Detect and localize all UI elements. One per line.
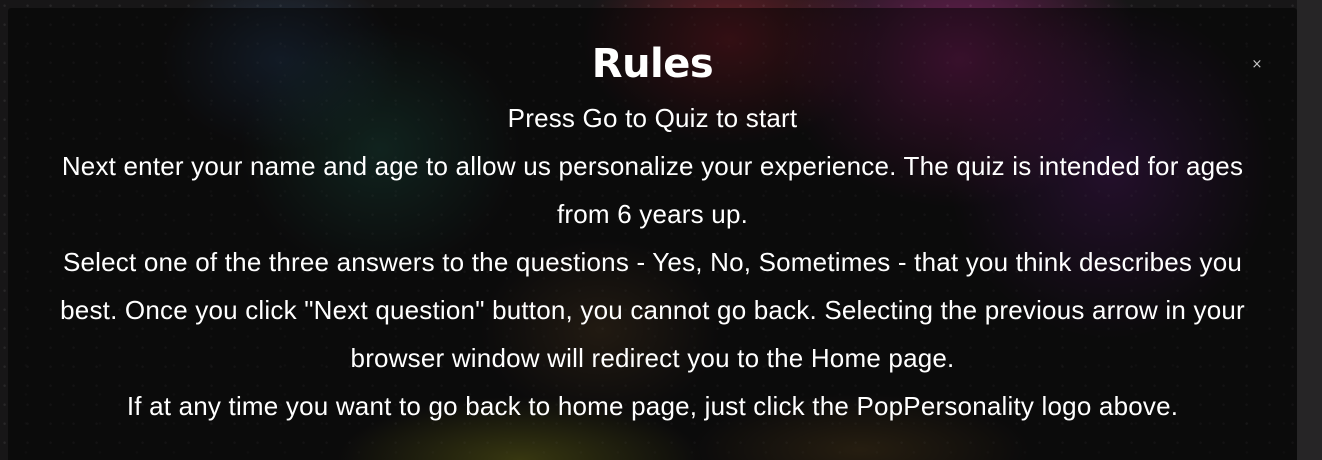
rules-title: Rules	[591, 41, 714, 87]
background-image: Rules × Press Go to Quiz to start Next e…	[0, 0, 1322, 460]
rules-line-name-age: Next enter your name and age to allow us…	[61, 151, 1244, 229]
page-scrollbar-area	[1297, 0, 1322, 460]
rules-line-home: If at any time you want to go back to ho…	[126, 391, 1179, 421]
rules-line-answers: Select one of the three answers to the q…	[60, 247, 1245, 373]
close-icon[interactable]: ×	[1249, 57, 1265, 73]
rules-line-start: Press Go to Quiz to start	[507, 103, 798, 133]
rules-modal: Rules × Press Go to Quiz to start Next e…	[8, 8, 1297, 460]
rules-text: Press Go to Quiz to start Next enter you…	[8, 94, 1297, 430]
